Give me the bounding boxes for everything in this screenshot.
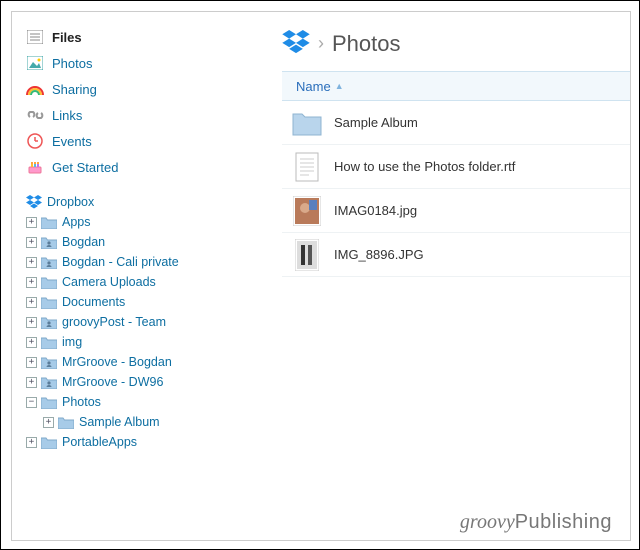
image-thumbnail-icon [292,196,322,226]
tree-label: Bogdan [62,235,105,249]
folder-icon [41,276,57,289]
sort-asc-icon: ▲ [335,81,344,91]
watermark-a: groovy [460,511,515,533]
folder-icon [58,416,74,429]
photos-icon [26,54,44,72]
tree-item-photos[interactable]: − Photos [26,392,222,412]
clock-icon [26,132,44,150]
shared-folder-icon [41,236,57,249]
tree-label: Documents [62,295,125,309]
watermark: groovyPublishing [460,511,612,534]
sidebar: Files Photos Sharing Links Events Get St… [12,12,222,452]
tree-label: img [62,335,82,349]
image-thumbnail-icon [292,240,322,270]
tree-label: Apps [62,215,91,229]
document-icon [292,152,322,182]
collapse-icon[interactable]: − [26,397,37,408]
tree-root-dropbox[interactable]: Dropbox [26,192,222,212]
folder-icon [41,296,57,309]
expand-icon[interactable]: + [26,337,37,348]
tree-item[interactable]: + MrGroove - DW96 [26,372,222,392]
tree-label: Dropbox [47,195,94,209]
page-title: Photos [332,31,401,57]
expand-icon[interactable]: + [26,237,37,248]
file-name: How to use the Photos folder.rtf [334,159,515,174]
nav-label: Links [52,108,82,123]
tree-item[interactable]: + img [26,332,222,352]
dropbox-icon [26,193,42,211]
folder-icon [41,436,57,449]
nav-get-started[interactable]: Get Started [26,154,222,180]
chevron-right-icon: › [318,33,324,54]
breadcrumb: › Photos [282,30,630,57]
expand-icon[interactable]: + [26,317,37,328]
nav-photos[interactable]: Photos [26,50,222,76]
shared-folder-icon [41,256,57,269]
tree-item[interactable]: + Camera Uploads [26,272,222,292]
file-row[interactable]: How to use the Photos folder.rtf [282,145,630,189]
expand-icon[interactable]: + [26,437,37,448]
tree-label: MrGroove - DW96 [62,375,163,389]
nav-label: Get Started [52,160,118,175]
expand-icon[interactable]: + [26,217,37,228]
files-icon [26,28,44,46]
link-icon [26,106,44,124]
tree-label: Photos [62,395,101,409]
file-row[interactable]: IMG_8896.JPG [282,233,630,277]
tree-item[interactable]: + MrGroove - Bogdan [26,352,222,372]
nav-label: Files [52,30,82,45]
expand-icon[interactable]: + [26,357,37,368]
nav-label: Sharing [52,82,97,97]
file-name: Sample Album [334,115,418,130]
tree-label: MrGroove - Bogdan [62,355,172,369]
shared-folder-icon [41,376,57,389]
folder-icon [41,336,57,349]
expand-icon[interactable]: + [26,297,37,308]
column-name[interactable]: Name [296,79,331,94]
folder-icon [292,108,322,138]
nav-label: Photos [52,56,92,71]
file-row[interactable]: IMAG0184.jpg [282,189,630,233]
table-header: Name ▲ [282,71,630,101]
cake-icon [26,158,44,176]
expand-icon[interactable]: + [26,257,37,268]
tree-item-sample-album[interactable]: + Sample Album [43,412,222,432]
file-row[interactable]: Sample Album [282,101,630,145]
file-name: IMG_8896.JPG [334,247,424,262]
nav-files[interactable]: Files [26,24,222,50]
tree-item[interactable]: + groovyPost - Team [26,312,222,332]
expand-icon[interactable]: + [26,377,37,388]
nav-links[interactable]: Links [26,102,222,128]
tree-item[interactable]: + Bogdan - Cali private [26,252,222,272]
tree-label: Sample Album [79,415,160,429]
nav-events[interactable]: Events [26,128,222,154]
tree-label: Camera Uploads [62,275,156,289]
folder-icon [41,216,57,229]
tree-item-portableapps[interactable]: + PortableApps [26,432,222,452]
folder-icon [41,396,57,409]
expand-icon[interactable]: + [26,277,37,288]
shared-folder-icon [41,316,57,329]
tree-label: PortableApps [62,435,137,449]
file-name: IMAG0184.jpg [334,203,417,218]
nav-sharing[interactable]: Sharing [26,76,222,102]
nav-label: Events [52,134,92,149]
dropbox-icon[interactable] [282,30,310,57]
main-panel: › Photos Name ▲ Sample Album How to use t… [282,12,630,277]
tree-label: Bogdan - Cali private [62,255,179,269]
tree-item[interactable]: + Bogdan [26,232,222,252]
shared-folder-icon [41,356,57,369]
rainbow-icon [26,80,44,98]
tree-item[interactable]: + Apps [26,212,222,232]
watermark-b: Publishing [515,511,612,533]
expand-icon[interactable]: + [43,417,54,428]
tree-label: groovyPost - Team [62,315,166,329]
tree-item[interactable]: + Documents [26,292,222,312]
